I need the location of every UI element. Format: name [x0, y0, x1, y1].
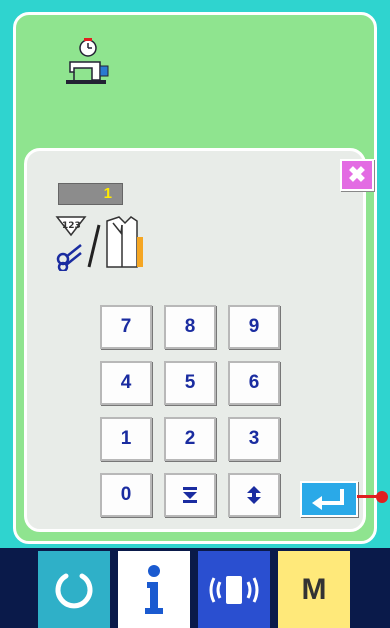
- enter-button[interactable]: [300, 481, 358, 517]
- svg-text:123: 123: [62, 221, 81, 231]
- thread-cut-count-shirt-icon: 123: [55, 216, 143, 271]
- communication-icon: [209, 575, 259, 604]
- ready-key-icon: [55, 573, 93, 608]
- key-2[interactable]: 2: [164, 417, 216, 461]
- key-1[interactable]: 1: [100, 417, 152, 461]
- information-button[interactable]: [118, 551, 190, 628]
- key-4[interactable]: 4: [100, 361, 152, 405]
- increment-icon: [247, 486, 261, 504]
- mode-button[interactable]: M: [278, 551, 350, 628]
- key-8[interactable]: 8: [164, 305, 216, 349]
- close-button[interactable]: ✖: [340, 159, 374, 191]
- ready-key-button[interactable]: [38, 551, 110, 628]
- decrement-icon: [183, 487, 197, 503]
- increment-button[interactable]: [228, 473, 280, 517]
- key-9[interactable]: 9: [228, 305, 280, 349]
- communication-button[interactable]: [198, 551, 270, 628]
- decrement-button[interactable]: [164, 473, 216, 517]
- information-icon: [145, 564, 163, 614]
- callout-dot: [376, 491, 388, 503]
- key-3[interactable]: 3: [228, 417, 280, 461]
- counter-value: 1: [58, 183, 123, 205]
- key-7[interactable]: 7: [100, 305, 152, 349]
- mode-label: M: [301, 572, 327, 606]
- sewing-machine-timer-icon: [66, 38, 109, 84]
- key-6[interactable]: 6: [228, 361, 280, 405]
- close-icon: ✖: [347, 162, 367, 187]
- key-5[interactable]: 5: [164, 361, 216, 405]
- enter-icon: [312, 489, 344, 510]
- key-0[interactable]: 0: [100, 473, 152, 517]
